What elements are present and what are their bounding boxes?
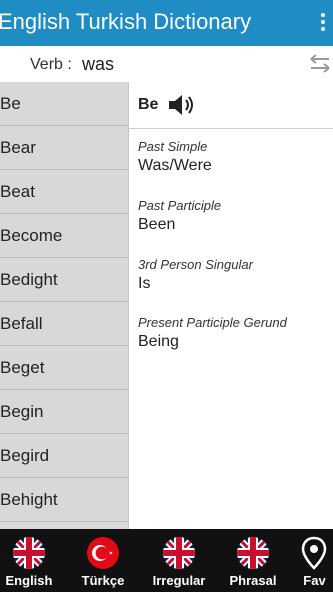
list-item[interactable]: Become bbox=[0, 214, 128, 258]
swap-arrows-icon[interactable] bbox=[307, 52, 333, 76]
tab-label: Irregular bbox=[152, 573, 206, 588]
tab-english[interactable]: English bbox=[0, 529, 58, 592]
selected-word: Be bbox=[138, 96, 159, 113]
tab-phrasal[interactable]: Phrasal bbox=[223, 529, 283, 592]
form-past-simple: Past Simple Was/Were bbox=[138, 139, 212, 175]
uk-flag-icon bbox=[13, 537, 45, 569]
overflow-menu-icon[interactable] bbox=[321, 13, 326, 34]
tab-label: Fav bbox=[303, 573, 326, 588]
form-third-person: 3rd Person Singular Is bbox=[138, 257, 253, 293]
app-bar: English Turkish Dictionary bbox=[0, 0, 333, 46]
list-item[interactable]: Be bbox=[0, 82, 128, 126]
tab-label: Türkçe bbox=[81, 573, 125, 588]
list-item[interactable]: Begin bbox=[0, 390, 128, 434]
uk-flag-icon bbox=[163, 537, 195, 569]
word-header: Be bbox=[129, 82, 333, 129]
search-label: Verb : bbox=[30, 56, 72, 73]
form-value: Been bbox=[138, 216, 176, 233]
detail-panel: Be Past Simple Was/Were Past Participle … bbox=[129, 82, 333, 529]
speaker-icon[interactable] bbox=[167, 92, 199, 118]
form-past-participle: Past Participle Been bbox=[138, 198, 221, 234]
form-value: Was/Were bbox=[138, 157, 212, 174]
search-row: Verb : bbox=[0, 46, 333, 83]
tab-fav[interactable]: Fav bbox=[296, 529, 333, 592]
list-item[interactable]: Behight bbox=[0, 478, 128, 522]
app-title: English Turkish Dictionary bbox=[0, 9, 252, 34]
list-item[interactable]: Begird bbox=[0, 434, 128, 478]
verb-search-input[interactable] bbox=[80, 47, 311, 81]
bottom-tab-bar: English Türkçe Irregular Phrasal Fav bbox=[0, 529, 333, 592]
list-item[interactable]: Befall bbox=[0, 302, 128, 346]
form-value: Being bbox=[138, 333, 179, 350]
list-item[interactable]: Beat bbox=[0, 170, 128, 214]
list-item[interactable]: Beget bbox=[0, 346, 128, 390]
form-value: Is bbox=[138, 275, 151, 292]
form-label: Past Participle bbox=[138, 198, 222, 213]
form-gerund: Present Participle Gerund Being bbox=[138, 315, 287, 351]
list-item[interactable]: Bear bbox=[0, 126, 128, 170]
tab-irregular[interactable]: Irregular bbox=[148, 529, 210, 592]
turkey-flag-icon bbox=[87, 537, 119, 569]
tab-turkce[interactable]: Türkçe bbox=[72, 529, 134, 592]
list-item[interactable]: Bedight bbox=[0, 258, 128, 302]
tab-label: Phrasal bbox=[229, 573, 277, 588]
location-pin-icon bbox=[301, 536, 327, 570]
uk-flag-icon bbox=[237, 537, 269, 569]
form-label: Past Simple bbox=[138, 139, 208, 154]
tab-label: English bbox=[5, 573, 53, 588]
form-label: Present Participle Gerund bbox=[138, 315, 287, 330]
form-label: 3rd Person Singular bbox=[138, 257, 253, 272]
word-list: Be Bear Beat Become Bedight Befall Beget… bbox=[0, 82, 129, 529]
